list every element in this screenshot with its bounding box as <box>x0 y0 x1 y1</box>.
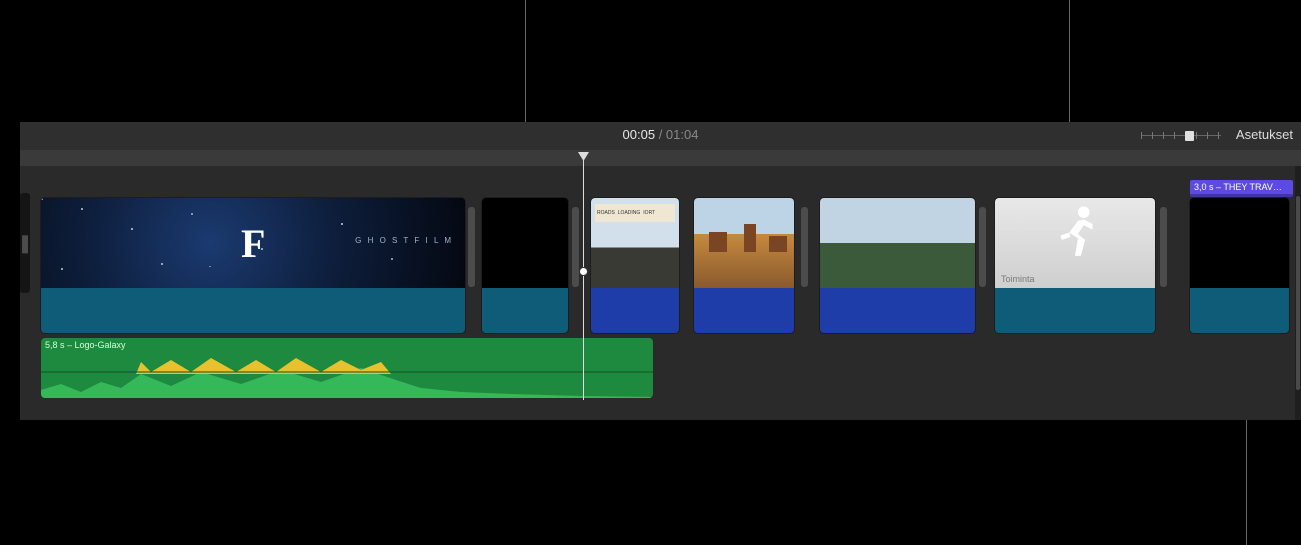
galaxy-letter: F <box>241 220 265 267</box>
title-clip-label: 3,0 s – THEY TRAV… <box>1194 182 1282 192</box>
transition-handle[interactable] <box>572 207 579 287</box>
callout-line <box>1246 420 1247 545</box>
transition-handle[interactable] <box>468 207 475 287</box>
timeline-panel: 00:05 / 01:04 Asetukset 3,0 s – THEY TRA… <box>20 122 1301 420</box>
transition-handle[interactable] <box>979 207 986 287</box>
audio-clip-label: 5,8 s – Logo-Galaxy <box>45 340 126 350</box>
scrollbar-thumb[interactable] <box>1296 196 1300 390</box>
transition-handle[interactable] <box>1160 207 1167 287</box>
timecode-total: / 01:04 <box>655 127 698 142</box>
running-icon <box>1040 200 1110 270</box>
audio-clip-music[interactable]: 5,8 s – Logo-Galaxy <box>41 338 653 398</box>
vertical-scrollbar[interactable] <box>1295 166 1301 420</box>
clip-people[interactable] <box>820 198 975 333</box>
zoom-slider[interactable] <box>1141 130 1221 142</box>
clip-galaxy[interactable]: F . G H O S T F I L M <box>41 198 465 333</box>
clip-tail[interactable] <box>1190 198 1289 333</box>
clip-desert[interactable] <box>694 198 794 333</box>
callout-line <box>525 0 526 136</box>
galaxy-studio: G H O S T F I L M <box>355 236 453 245</box>
settings-button[interactable]: Asetukset <box>1236 127 1293 142</box>
zoom-knob[interactable] <box>1185 131 1194 141</box>
scroll-left-handle[interactable]: ❚ <box>20 193 30 293</box>
title-clip[interactable]: 3,0 s – THEY TRAV… <box>1190 180 1293 197</box>
clip-placeholder-activity[interactable]: Toiminta <box>995 198 1155 333</box>
timeline-ruler[interactable] <box>20 150 1301 166</box>
waveform-icon <box>41 354 653 398</box>
activity-label: Toiminta <box>1001 274 1035 284</box>
clip-sign[interactable]: ROADSLOADINGIORT <box>591 198 679 333</box>
timeline-header: 00:05 / 01:04 Asetukset <box>20 122 1301 151</box>
timecode-display: 00:05 / 01:04 <box>623 127 699 142</box>
clip-black[interactable] <box>482 198 568 333</box>
transition-handle[interactable] <box>801 207 808 287</box>
timecode-current: 00:05 <box>623 127 656 142</box>
